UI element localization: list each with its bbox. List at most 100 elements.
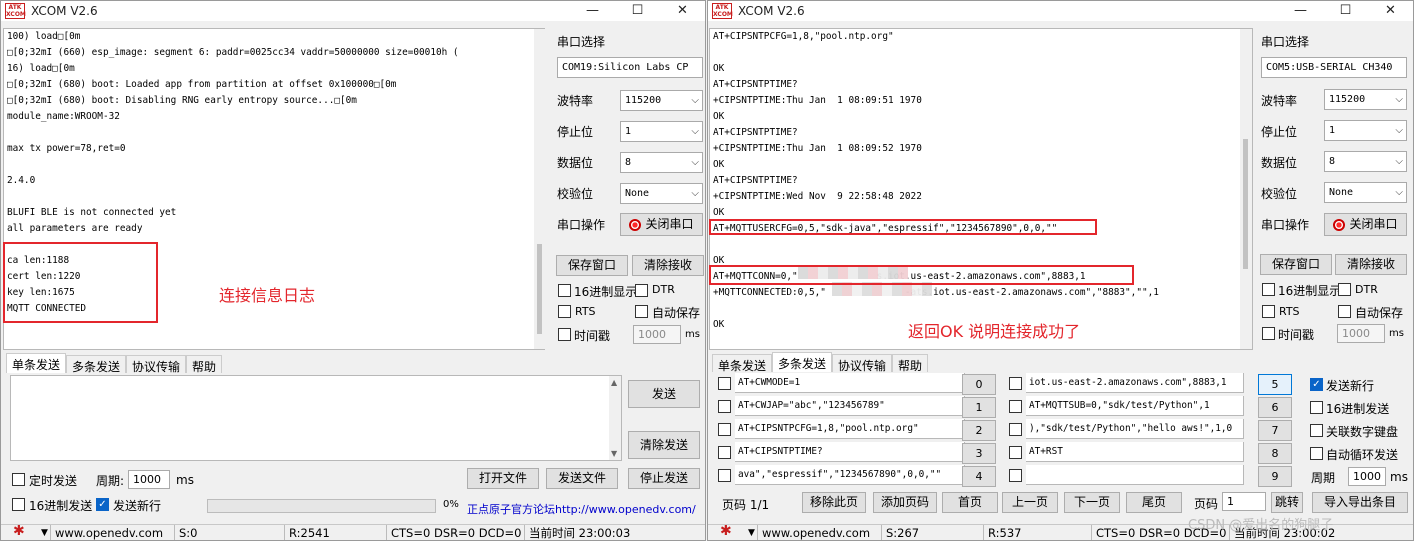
baud-select[interactable]: 115200 ⌵: [1324, 89, 1407, 110]
multi-send-number-button[interactable]: 9: [1258, 466, 1292, 487]
multi-send-field[interactable]: AT+CIPSNTPCFG=1,8,"pool.ntp.org": [735, 419, 965, 439]
send-scrollbar[interactable]: ▲ ▼: [609, 376, 621, 460]
maximize-button[interactable]: ☐: [615, 1, 660, 21]
timestamp-input[interactable]: 1000: [633, 325, 681, 344]
last-page-button[interactable]: 尾页: [1126, 492, 1182, 513]
baud-select[interactable]: 115200 ⌵: [620, 90, 703, 111]
link-keypad-checkbox[interactable]: [1310, 424, 1323, 437]
multi-send-field[interactable]: AT+MQTTSUB=0,"sdk/test/Python",1: [1026, 396, 1244, 416]
maximize-button[interactable]: ☐: [1323, 1, 1368, 21]
timestamp-checkbox[interactable]: [558, 328, 571, 341]
settings-cell[interactable]: ✱ ▼: [1, 524, 51, 541]
dropdown-arrow-icon[interactable]: ▼: [41, 525, 48, 541]
multi-send-field[interactable]: AT+CWMODE=1: [735, 373, 965, 393]
port-select[interactable]: COM5:USB-SERIAL CH340: [1261, 57, 1407, 78]
send-file-button[interactable]: 发送文件: [546, 468, 618, 489]
tab-single-send[interactable]: 单条发送: [6, 353, 67, 373]
jump-button[interactable]: 跳转: [1271, 492, 1303, 513]
port-select[interactable]: COM19:Silicon Labs CP: [557, 57, 703, 78]
auto-save-checkbox[interactable]: [1338, 305, 1351, 318]
settings-cell[interactable]: ✱ ▼: [708, 524, 758, 541]
multi-send-checkbox[interactable]: [1009, 377, 1022, 390]
timestamp-input[interactable]: 1000: [1337, 324, 1385, 343]
multi-send-number-button[interactable]: 3: [962, 443, 996, 464]
dropdown-arrow-icon[interactable]: ▼: [748, 525, 755, 541]
parity-select[interactable]: None ⌵: [1324, 182, 1407, 203]
scroll-down-icon[interactable]: ▼: [611, 449, 617, 458]
auto-save-checkbox[interactable]: [635, 305, 648, 318]
first-page-button[interactable]: 首页: [942, 492, 998, 513]
multi-send-checkbox[interactable]: [1009, 400, 1022, 413]
multi-send-checkbox[interactable]: [718, 469, 731, 482]
multi-send-field[interactable]: ),"sdk/test/Python","hello aws!",1,0: [1026, 419, 1244, 439]
multi-send-number-button[interactable]: 5: [1258, 374, 1292, 395]
scroll-up-icon[interactable]: ▲: [611, 378, 617, 387]
scroll-thumb[interactable]: [1243, 139, 1248, 269]
stop-bits-select[interactable]: 1 ⌵: [1324, 120, 1407, 141]
multi-send-field[interactable]: AT+CIPSNTPTIME?: [735, 442, 965, 462]
multi-send-number-button[interactable]: 0: [962, 374, 996, 395]
send-newline-checkbox[interactable]: ✓: [1310, 378, 1323, 391]
gear-icon[interactable]: ✱: [720, 525, 732, 539]
dtr-checkbox[interactable]: [635, 284, 648, 297]
tab-protocol[interactable]: 协议传输: [126, 355, 187, 374]
rts-checkbox[interactable]: [1262, 305, 1275, 318]
multi-send-field[interactable]: AT+CWJAP="abc","123456789": [735, 396, 965, 416]
parity-select[interactable]: None ⌵: [620, 183, 703, 204]
multi-send-checkbox[interactable]: [1009, 469, 1022, 482]
minimize-button[interactable]: —: [570, 1, 615, 21]
add-page-button[interactable]: 添加页码: [873, 492, 937, 513]
tab-protocol[interactable]: 协议传输: [832, 354, 893, 373]
multi-send-number-button[interactable]: 1: [962, 397, 996, 418]
forum-link[interactable]: 正点原子官方论坛http://www.openedv.com/: [467, 501, 696, 517]
dtr-checkbox[interactable]: [1338, 283, 1351, 296]
scroll-thumb[interactable]: [537, 244, 542, 334]
minimize-button[interactable]: —: [1278, 1, 1323, 21]
auto-loop-checkbox[interactable]: [1310, 447, 1323, 460]
multi-send-number-button[interactable]: 8: [1258, 443, 1292, 464]
multi-send-checkbox[interactable]: [718, 400, 731, 413]
gear-icon[interactable]: ✱: [13, 525, 25, 539]
hex-display-checkbox[interactable]: [558, 284, 571, 297]
period-input[interactable]: 1000: [1348, 467, 1386, 486]
page-input[interactable]: 1: [1222, 492, 1266, 511]
stop-bits-select[interactable]: 1 ⌵: [620, 121, 703, 142]
data-bits-select[interactable]: 8 ⌵: [1324, 151, 1407, 172]
close-port-button[interactable]: 关闭串口: [620, 213, 703, 236]
multi-send-checkbox[interactable]: [1009, 446, 1022, 459]
timestamp-checkbox[interactable]: [1262, 327, 1275, 340]
multi-send-number-button[interactable]: 6: [1258, 397, 1292, 418]
save-window-button[interactable]: 保存窗口: [1260, 254, 1332, 275]
multi-send-checkbox[interactable]: [718, 377, 731, 390]
send-button[interactable]: 发送: [628, 380, 700, 408]
multi-send-number-button[interactable]: 7: [1258, 420, 1292, 441]
multi-send-checkbox[interactable]: [718, 446, 731, 459]
hex-send-checkbox[interactable]: [1310, 401, 1323, 414]
save-window-button[interactable]: 保存窗口: [556, 255, 628, 276]
clear-receive-button[interactable]: 清除接收: [1335, 254, 1407, 275]
send-newline-checkbox[interactable]: ✓: [96, 498, 109, 511]
multi-send-field[interactable]: iot.us-east-2.amazonaws.com",8883,1: [1026, 373, 1244, 393]
open-file-button[interactable]: 打开文件: [467, 468, 539, 489]
receive-scrollbar[interactable]: [534, 29, 546, 349]
multi-send-checkbox[interactable]: [1009, 423, 1022, 436]
multi-send-field[interactable]: AT+RST: [1026, 442, 1244, 462]
close-button[interactable]: ✕: [1368, 1, 1413, 21]
data-bits-select[interactable]: 8 ⌵: [620, 152, 703, 173]
hex-send-checkbox[interactable]: [12, 498, 25, 511]
multi-send-field[interactable]: [1026, 465, 1244, 485]
multi-send-checkbox[interactable]: [718, 423, 731, 436]
title-bar[interactable]: ATK XCOM XCOM V2.6 — ☐ ✕: [1, 1, 705, 21]
remove-page-button[interactable]: 移除此页: [802, 492, 866, 513]
prev-page-button[interactable]: 上一页: [1002, 492, 1058, 513]
hex-display-checkbox[interactable]: [1262, 283, 1275, 296]
receive-area[interactable]: AT+CIPSNTPCFG=1,8,"pool.ntp.org" OK AT+CIP…: [709, 28, 1253, 350]
rts-checkbox[interactable]: [558, 305, 571, 318]
tab-help[interactable]: 帮助: [186, 355, 223, 374]
tab-single-send[interactable]: 单条发送: [712, 354, 773, 373]
clear-receive-button[interactable]: 清除接收: [632, 255, 704, 276]
website-status[interactable]: www.openedv.com: [51, 524, 175, 540]
tab-multi-send[interactable]: 多条发送: [66, 355, 127, 374]
clear-send-button[interactable]: 清除发送: [628, 431, 700, 459]
timed-send-checkbox[interactable]: [12, 473, 25, 486]
